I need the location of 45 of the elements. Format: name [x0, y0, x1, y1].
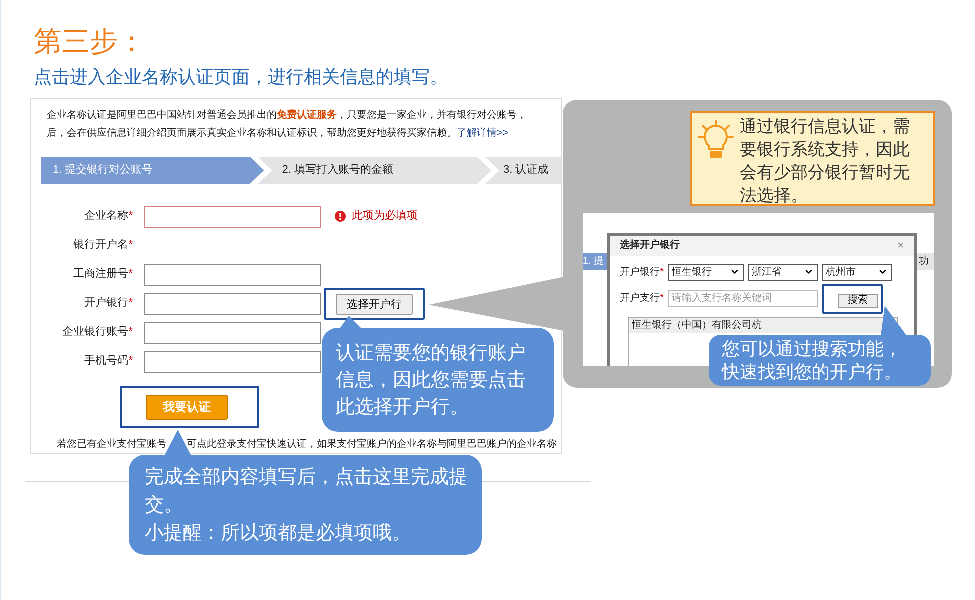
intro-text: 后，会在供应信息详细介绍页面展示真实企业名称和认证标识，帮助您更好地获得买家信赖。	[47, 126, 457, 141]
callout-text: 小提醒：所以项都是必填项哦。	[145, 521, 412, 546]
lightbulb-icon	[698, 120, 734, 160]
callout-text: 您可以通过搜索功能，	[722, 338, 903, 360]
step-fragment: 1. 提	[583, 255, 604, 269]
field-label: 企业银行账号	[62, 325, 129, 340]
required-mark: *	[128, 296, 133, 312]
required-mark: *	[128, 325, 133, 340]
field-label: 开户银行*	[620, 266, 664, 280]
error-icon	[335, 211, 346, 222]
footer-text: 可点此登录支付宝快速认证，如果支付宝账户的企业名称与阿里巴巴账户的企业名称	[187, 438, 557, 452]
field-label: 开户支行*	[620, 292, 664, 306]
field-label: 企业名称	[84, 209, 129, 224]
dialog-title: 选择开户银行	[620, 238, 680, 254]
search-field[interactable]: 请输入支行名称关键词	[668, 290, 818, 308]
step-fragment: 功	[919, 254, 929, 269]
required-mark: *	[128, 267, 133, 282]
step-subtitle: 点击进入企业名称认证页面，进行相关信息的填写。	[34, 66, 449, 90]
input-field[interactable]	[144, 206, 321, 228]
required-mark: *	[128, 238, 133, 254]
select-bank-button[interactable]: 选择开户行	[336, 294, 413, 316]
required-mark: *	[128, 354, 133, 370]
field-label: 手机号码	[84, 354, 129, 370]
field-label: 工商注册号	[74, 266, 129, 282]
intro-text: 企业名称认证是阿里巴巴中国站针对普通会员推出的免费认证服务，只要您是一家企业，并有银行对公账号，	[47, 108, 528, 123]
dropdown[interactable]: 杭州市	[822, 264, 892, 281]
search-button[interactable]: 搜索	[838, 294, 878, 308]
input-field[interactable]	[144, 350, 321, 372]
details-link[interactable]: 了解详情>>	[457, 125, 509, 143]
callout-text: 认证需要您的银行账户信息，因此您需要点击此选择开户行。	[336, 341, 527, 420]
step-heading: 第三步：	[34, 24, 147, 60]
callout-text: 快速找到您的开户行。	[722, 360, 903, 384]
input-field[interactable]	[144, 322, 321, 344]
list-header: 恒生银行（中国）有限公司杭	[629, 318, 897, 333]
callout-text: 完成全部内容填写后，点击这里完成提交。	[145, 465, 469, 518]
dropdown[interactable]: 浙江省	[748, 264, 818, 281]
footer-text: 若您已有企业支付宝账号	[57, 438, 167, 452]
input-field[interactable]	[144, 292, 321, 314]
input-field[interactable]	[144, 264, 321, 286]
required-mark: *	[128, 209, 133, 224]
field-label: 银行开户名	[74, 238, 129, 254]
dropdown[interactable]: 恒生银行	[668, 264, 744, 281]
tip-text: 通过银行信息认证，需要银行系统支持，因此会有少部分银行暂时无法选择。	[740, 116, 911, 208]
field-label: 开户银行	[84, 296, 129, 312]
error-message: 此项为必填项	[352, 208, 418, 224]
